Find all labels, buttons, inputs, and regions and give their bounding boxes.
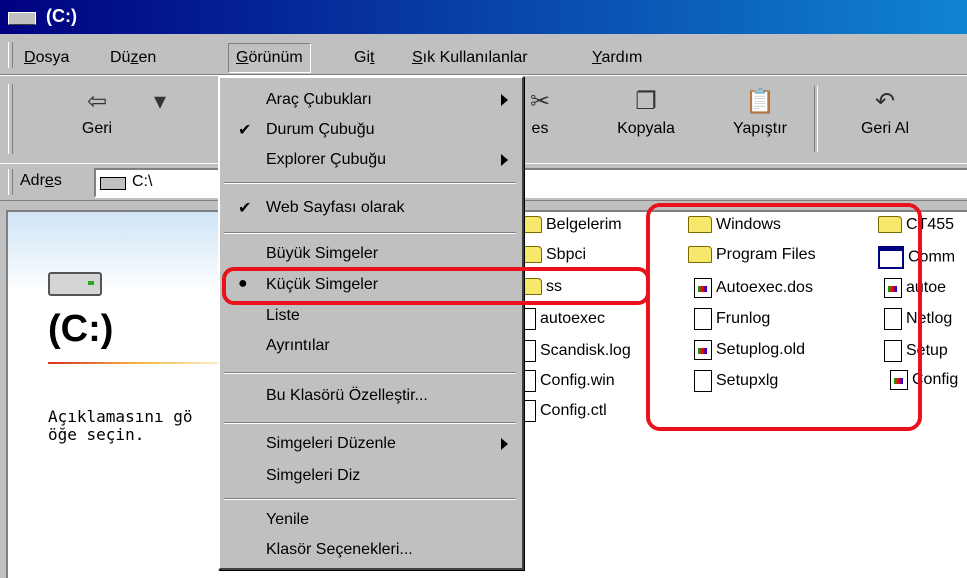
addressbar-grip[interactable] — [8, 169, 13, 195]
address-label: Adres — [20, 172, 62, 189]
back-button[interactable]: ⇦ Geri — [62, 84, 132, 154]
undo-icon: ↶ — [874, 88, 896, 115]
file-item[interactable]: Config.ctl — [518, 400, 607, 424]
file-item[interactable]: Config.win — [518, 370, 615, 394]
menu-dosya[interactable]: Dosya — [24, 49, 69, 67]
menu-git[interactable]: Git — [354, 49, 374, 67]
hard-drive-icon — [48, 272, 102, 296]
address-value: C:\ — [132, 173, 153, 190]
submenu-arrow-icon — [501, 438, 508, 450]
menu-item-customize-folder[interactable]: Bu Klasörü Özelleştir... — [220, 382, 522, 412]
menu-item-toolbars[interactable]: Araç Çubukları — [220, 86, 522, 116]
menu-item-details[interactable]: Ayrıntılar — [220, 332, 522, 362]
toolbar-separator — [814, 86, 818, 152]
title-bar[interactable]: (C:) — [0, 0, 967, 34]
toolbar-grip[interactable] — [8, 84, 13, 154]
menu-item-explorer-bar[interactable]: Explorer Çubuğu — [220, 146, 522, 176]
menubar-grip[interactable] — [8, 42, 13, 68]
menu-separator — [224, 372, 516, 374]
drive-icon — [100, 177, 126, 190]
copy-button[interactable]: ❐ Kopyala — [598, 84, 694, 154]
cut-button[interactable]: ✂ es — [520, 84, 560, 154]
menu-bar: Dosya Düzen Görünüm Git Sık Kullanılanla… — [0, 34, 967, 75]
menu-duzen[interactable]: Düzen — [110, 49, 156, 67]
paste-icon: 📋 — [745, 88, 775, 115]
paste-button[interactable]: 📋 Yapıştır — [712, 84, 808, 154]
menu-item-arrange-icons[interactable]: Simgeleri Düzenle — [220, 430, 522, 460]
back-arrow-icon: ⇦ — [86, 88, 108, 115]
menu-item-web-page[interactable]: ✔ Web Sayfası olarak — [220, 194, 522, 224]
submenu-arrow-icon — [501, 154, 508, 166]
checkmark-icon: ✔ — [238, 122, 252, 139]
menu-item-large-icons[interactable]: Büyük Simgeler — [220, 240, 522, 270]
menu-item-refresh[interactable]: Yenile — [220, 506, 522, 536]
menu-separator — [224, 232, 516, 234]
small-icons-highlight-annotation — [222, 267, 650, 305]
menu-gorunum[interactable]: Görünüm — [228, 43, 311, 73]
file-item[interactable]: Scandisk.log — [518, 340, 631, 364]
window-title: (C:) — [46, 6, 77, 26]
drive-led — [88, 281, 94, 285]
menu-sik-kullanilanlar[interactable]: Sık Kullanılanlar — [412, 49, 528, 67]
menu-yardim[interactable]: Yardım — [592, 49, 642, 67]
menu-item-list[interactable]: Liste — [220, 302, 522, 332]
scissors-icon: ✂ — [529, 88, 551, 115]
menu-separator — [224, 182, 516, 184]
description-text: Açıklamasını gö öğe seçin. — [48, 407, 193, 444]
menu-separator — [224, 498, 516, 500]
menu-item-folder-options[interactable]: Klasör Seçenekleri... — [220, 536, 522, 566]
undo-button[interactable]: ↶ Geri Al — [830, 84, 940, 154]
folder-title: (C:) — [48, 308, 114, 350]
checkmark-icon: ✔ — [238, 200, 252, 217]
menu-item-status-bar[interactable]: ✔ Durum Çubuğu — [220, 116, 522, 146]
web-view-panel: (C:) Açıklamasını gö öğe seçin. — [8, 212, 248, 578]
menu-item-line-up-icons[interactable]: Simgeleri Diz — [220, 462, 522, 492]
submenu-arrow-icon — [501, 94, 508, 106]
file-item[interactable]: Belgelerim — [518, 216, 622, 240]
view-menu-dropdown: Araç Çubukları ✔ Durum Çubuğu Explorer Çu… — [218, 76, 524, 570]
copy-icon: ❐ — [635, 88, 657, 115]
files-highlight-annotation — [646, 203, 922, 431]
menu-separator — [224, 422, 516, 424]
back-dropdown-button[interactable]: ▾ — [150, 84, 170, 154]
drive-icon — [8, 12, 36, 25]
file-item[interactable]: autoexec — [518, 308, 605, 332]
chevron-down-icon: ▾ — [153, 88, 167, 115]
